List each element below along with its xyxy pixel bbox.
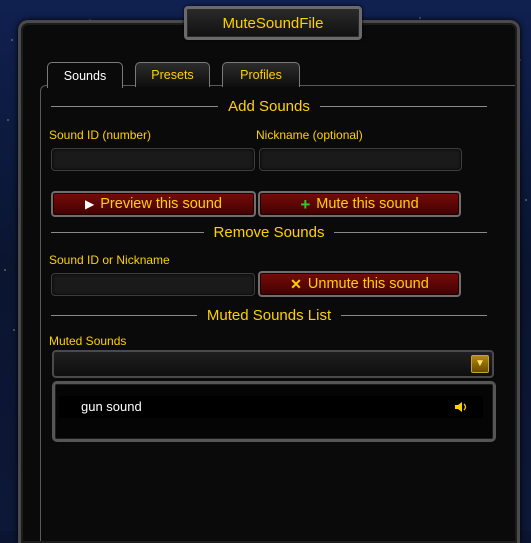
mute-sound-button[interactable]: + Mute this sound — [258, 191, 461, 217]
nickname-label: Nickname (optional) — [256, 128, 363, 142]
muted-sounds-list: gun sound — [52, 381, 496, 442]
sound-id-label: Sound ID (number) — [49, 128, 152, 142]
muted-sound-name: gun sound — [81, 399, 142, 414]
speaker-icon[interactable] — [455, 401, 469, 413]
remove-sounds-title: Remove Sounds — [213, 223, 325, 241]
window-title-box[interactable]: MuteSoundFile — [184, 6, 362, 40]
tab-sounds-label: Sounds — [63, 68, 107, 83]
divider-line — [334, 231, 487, 233]
tab-presets-label: Presets — [151, 68, 194, 82]
muted-sounds-label: Muted Sounds — [49, 334, 127, 348]
play-icon: ▶ — [85, 197, 95, 211]
plus-icon: + — [300, 194, 311, 214]
divider-line — [51, 314, 197, 316]
add-sounds-header: Add Sounds — [51, 97, 488, 115]
tab-profiles[interactable]: Profiles — [222, 62, 300, 87]
unmute-sound-button[interactable]: ✕ Unmute this sound — [258, 271, 461, 297]
divider-line — [51, 105, 219, 107]
muted-list-header: Muted Sounds List — [51, 306, 487, 324]
remove-sounds-header: Remove Sounds — [51, 223, 487, 241]
list-item[interactable]: gun sound — [59, 396, 483, 418]
window-title: MuteSoundFile — [222, 14, 324, 32]
tab-presets[interactable]: Presets — [135, 62, 210, 87]
tab-sounds[interactable]: Sounds — [47, 62, 123, 88]
add-sounds-title: Add Sounds — [228, 97, 310, 115]
remove-sound-input[interactable] — [51, 273, 255, 296]
muted-sounds-dropdown[interactable]: ▼ — [52, 350, 494, 378]
chevron-down-icon[interactable]: ▼ — [471, 355, 489, 373]
divider-line — [341, 314, 487, 316]
mute-sound-label: Mute this sound — [316, 196, 419, 212]
sound-id-or-nickname-label: Sound ID or Nickname — [49, 253, 170, 267]
preview-sound-label: Preview this sound — [100, 196, 222, 212]
tab-profiles-label: Profiles — [240, 68, 282, 82]
preview-sound-button[interactable]: ▶ Preview this sound — [51, 191, 256, 217]
x-icon: ✕ — [290, 276, 302, 292]
divider-line — [319, 105, 488, 107]
muted-list-title: Muted Sounds List — [206, 306, 332, 324]
sound-id-input[interactable] — [51, 148, 255, 171]
divider-line — [51, 231, 204, 233]
unmute-sound-label: Unmute this sound — [307, 276, 429, 292]
nickname-input[interactable] — [259, 148, 462, 171]
